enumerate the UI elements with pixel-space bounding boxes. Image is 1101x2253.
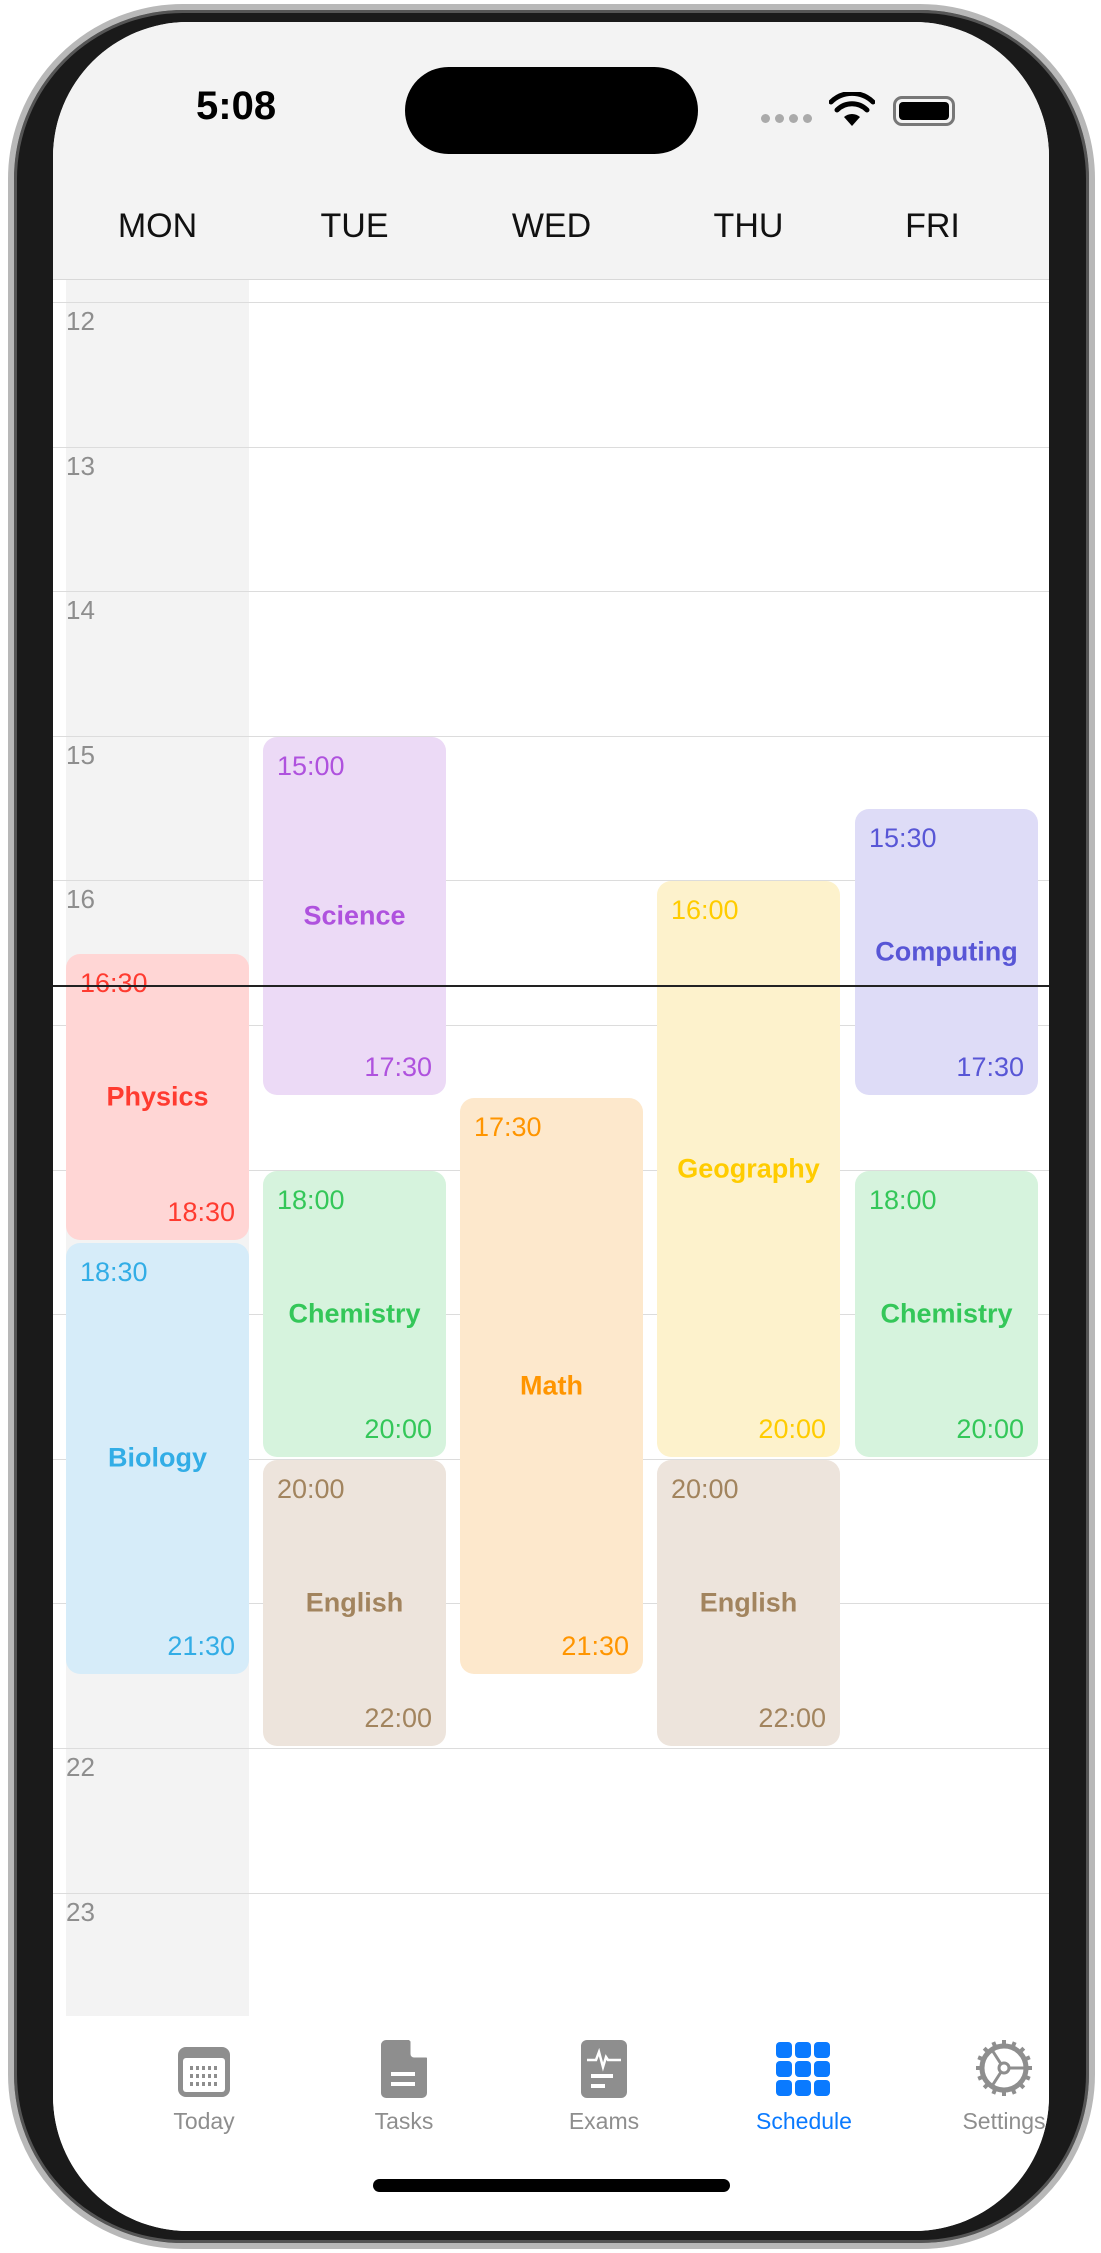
hour-label: 16 xyxy=(66,884,95,915)
tab-label: Today xyxy=(173,2108,235,2134)
hour-line xyxy=(53,446,1049,448)
event-end-time: 21:30 xyxy=(561,1630,629,1661)
day-header-fri: FRI xyxy=(905,207,960,245)
event-chemistry[interactable]: 18:00 Chemistry 20:00 xyxy=(855,1170,1038,1457)
dynamic-island xyxy=(405,67,698,154)
current-time-line xyxy=(53,984,1049,987)
event-start-time: 20:00 xyxy=(277,1473,345,1504)
cellular-signal-icon xyxy=(761,114,812,123)
day-header-mon: MON xyxy=(117,207,198,245)
event-title: English xyxy=(305,1587,404,1618)
event-chemistry[interactable]: 18:00 Chemistry 20:00 xyxy=(263,1170,446,1457)
tab-label: Schedule xyxy=(756,2108,852,2134)
event-title: Physics xyxy=(106,1081,209,1112)
hour-line xyxy=(53,1748,1049,1749)
event-end-time: 20:00 xyxy=(758,1413,826,1444)
wifi-icon xyxy=(829,92,875,126)
document-icon xyxy=(314,2028,494,2098)
hour-label: 23 xyxy=(66,1896,95,1927)
tab-bar: Today Tasks Exams Schedule Settings xyxy=(53,2016,1049,2231)
schedule-grid: 12131415161718192021222316:30Physics18:3… xyxy=(53,280,1049,2016)
event-computing[interactable]: 15:30 Computing 17:30 xyxy=(855,809,1038,1096)
event-end-time: 22:00 xyxy=(364,1702,432,1733)
event-english[interactable]: 20:00 English 22:00 xyxy=(657,1459,840,1746)
hour-line xyxy=(53,591,1049,593)
event-science[interactable]: 15:00 Science 17:30 xyxy=(263,736,446,1096)
header: 5:08 MON TUE WED THU FRI xyxy=(53,22,1049,280)
screen: 5:08 MONTUEWEDTHUFRI 1213141516171819202… xyxy=(53,22,1049,2231)
event-start-time: 15:00 xyxy=(277,750,345,781)
tab-tasks[interactable]: Tasks xyxy=(314,2028,494,2135)
hour-line xyxy=(53,735,1049,737)
hour-line xyxy=(53,302,1049,303)
event-start-time: 16:30 xyxy=(80,967,148,998)
event-english[interactable]: 20:00 English 22:00 xyxy=(263,1459,446,1746)
event-end-time: 18:30 xyxy=(167,1196,235,1227)
event-title: Chemistry xyxy=(288,1298,421,1329)
event-start-time: 15:30 xyxy=(869,823,937,854)
event-title: Geography xyxy=(677,1153,820,1184)
tab-label: Settings xyxy=(962,2108,1046,2134)
event-title: Math xyxy=(520,1370,583,1401)
event-end-time: 17:30 xyxy=(364,1052,432,1083)
event-start-time: 20:00 xyxy=(671,1473,739,1504)
event-geography[interactable]: 16:00 Geography 20:00 xyxy=(657,881,840,1457)
event-end-time: 21:30 xyxy=(167,1630,235,1661)
hour-label: 12 xyxy=(66,306,95,336)
hour-label: 22 xyxy=(66,1752,95,1782)
event-biology[interactable]: 18:30 Biology 21:30 xyxy=(66,1242,249,1674)
home-indicator[interactable] xyxy=(373,2179,730,2192)
tab-today[interactable]: Today xyxy=(114,2028,294,2135)
event-math[interactable]: 17:30 Math 21:30 xyxy=(460,1098,643,1674)
battery-icon xyxy=(893,96,955,126)
exam-icon xyxy=(514,2028,694,2098)
tab-exams[interactable]: Exams xyxy=(514,2028,694,2135)
event-start-time: 18:30 xyxy=(80,1256,148,1287)
event-end-time: 17:30 xyxy=(956,1052,1024,1083)
day-header-thu: THU xyxy=(713,207,784,245)
status-time: 5:08 xyxy=(196,84,277,128)
hour-line xyxy=(53,1892,1049,1894)
event-start-time: 18:00 xyxy=(277,1184,345,1215)
hour-label: 13 xyxy=(66,450,95,481)
event-start-time: 16:00 xyxy=(671,895,739,926)
day-header-wed: WED xyxy=(511,207,592,245)
event-title: Computing xyxy=(875,936,1018,967)
gear-icon xyxy=(914,2028,1049,2098)
event-title: Chemistry xyxy=(880,1298,1013,1329)
hour-label: 14 xyxy=(66,595,95,626)
event-title: Science xyxy=(303,900,406,931)
grid-icon xyxy=(714,2028,894,2098)
tab-schedule[interactable]: Schedule xyxy=(714,2028,894,2135)
event-start-time: 18:00 xyxy=(869,1184,937,1215)
event-title: English xyxy=(699,1587,798,1618)
event-end-time: 20:00 xyxy=(956,1413,1024,1444)
day-header-tue: TUE xyxy=(320,207,389,245)
event-physics[interactable]: 16:30 Physics 18:30 xyxy=(66,953,249,1240)
tab-label: Exams xyxy=(568,2108,640,2134)
hour-label: 15 xyxy=(66,739,95,770)
tab-label: Tasks xyxy=(374,2108,434,2134)
event-start-time: 17:30 xyxy=(474,1112,542,1143)
calendar-icon xyxy=(114,2028,294,2098)
event-end-time: 20:00 xyxy=(364,1413,432,1444)
event-title: Biology xyxy=(108,1442,207,1473)
event-end-time: 22:00 xyxy=(758,1702,826,1733)
tab-settings[interactable]: Settings xyxy=(914,2028,1049,2135)
